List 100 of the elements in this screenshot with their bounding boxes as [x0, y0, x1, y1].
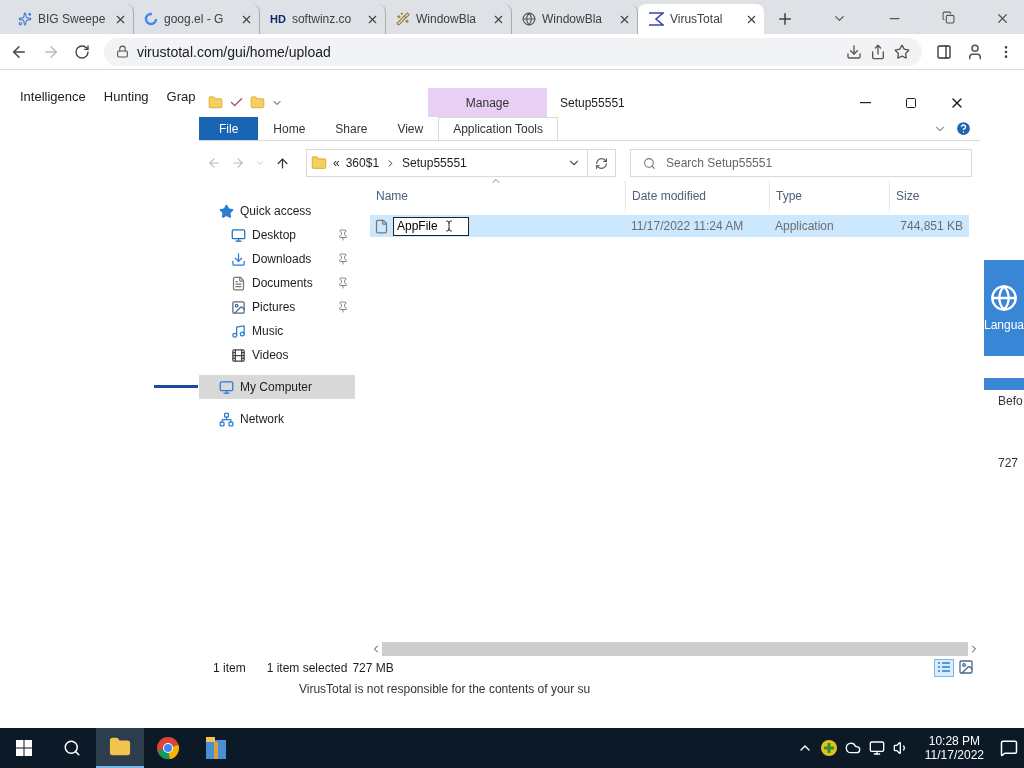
- window-title: Setup55551: [559, 95, 626, 110]
- search-icon: [643, 156, 656, 170]
- plus-circle-icon[interactable]: [820, 740, 837, 756]
- network-icon: [219, 411, 234, 427]
- search-field[interactable]: Search Setup55551: [630, 149, 972, 177]
- site-nav-link[interactable]: Hunting: [103, 89, 149, 104]
- install-icon[interactable]: [846, 43, 862, 60]
- nav-label: Network: [240, 412, 285, 426]
- nav-label: Music: [252, 324, 285, 338]
- browser-tab[interactable]: WindowBla: [386, 4, 512, 34]
- nav-label: Quick access: [240, 204, 313, 218]
- wand-icon: [396, 12, 410, 26]
- manage-label: Manage: [428, 88, 547, 117]
- tab-underline: [154, 385, 198, 388]
- rename-field[interactable]: AppFile: [393, 216, 469, 236]
- language-panel[interactable]: Langua: [984, 260, 1024, 356]
- large-icons-view-icon[interactable]: [958, 659, 974, 675]
- sparkle-icon: [18, 12, 32, 26]
- column-header[interactable]: Type: [769, 181, 889, 211]
- network-icon[interactable]: [868, 740, 885, 756]
- notification-icon[interactable]: [1000, 739, 1018, 757]
- nav-item[interactable]: Network: [199, 407, 355, 431]
- ribbon-tab[interactable]: Application Tools: [438, 117, 559, 140]
- maximize-icon: [905, 96, 917, 109]
- folder-icon: [109, 736, 131, 758]
- chrome-icon: [156, 736, 180, 760]
- nav-label: Pictures: [252, 300, 297, 314]
- nav-item[interactable]: Documents: [199, 271, 355, 295]
- share-icon[interactable]: [870, 43, 886, 60]
- address-bar[interactable]: virustotal.com/gui/home/upload: [104, 37, 922, 66]
- nav-item[interactable]: Quick access: [199, 199, 355, 223]
- folder-icon: [311, 155, 327, 171]
- tab-title: WindowBla: [542, 12, 604, 26]
- desktop-icon: [231, 227, 246, 243]
- clock-date: 11/17/2022: [924, 748, 984, 762]
- nav-label: Documents: [252, 276, 314, 290]
- archive-icon: [205, 736, 227, 760]
- globe-icon: [990, 284, 1018, 312]
- site-nav-link[interactable]: Grap: [166, 89, 196, 104]
- document-icon: [231, 275, 246, 291]
- column-header[interactable]: Name: [370, 181, 625, 211]
- up-icon[interactable]: [275, 155, 290, 171]
- search-placeholder: Search Setup55551: [666, 156, 773, 170]
- column-header[interactable]: Date modified: [625, 181, 769, 211]
- type-cell-text: Application: [774, 219, 835, 233]
- browser-tab[interactable]: goog.el - G: [134, 4, 260, 34]
- tab-title: VirusTotal: [670, 12, 724, 26]
- browser-tab[interactable]: VirusTotal: [638, 4, 764, 34]
- ribbon-tab[interactable]: File: [199, 117, 259, 140]
- nav-item[interactable]: Music: [199, 319, 355, 343]
- nav-item[interactable]: Desktop: [199, 223, 355, 247]
- nav-label: Videos: [252, 348, 290, 362]
- new-tab-icon[interactable]: [776, 10, 794, 28]
- site-nav-link[interactable]: Intelligence: [20, 89, 86, 104]
- value-text: 727: [997, 456, 1020, 470]
- help-icon[interactable]: [955, 120, 972, 137]
- clock[interactable]: 10:28 PM 11/17/2022: [916, 734, 992, 762]
- tab-title: BIG Sweepe: [38, 12, 107, 26]
- nav-label: Downloads: [252, 252, 313, 266]
- date-cell-text: 11/17/2022 11:24 AM: [630, 219, 745, 233]
- computer-icon: [219, 379, 234, 395]
- nav-item[interactable]: My Computer: [199, 375, 355, 399]
- minimize-icon: [859, 101, 871, 104]
- restore-icon[interactable]: [942, 11, 955, 24]
- language-label: Langua: [984, 318, 1024, 332]
- tab-title: WindowBla: [416, 12, 478, 26]
- sigma-logo-icon: [648, 12, 664, 26]
- nav-item[interactable]: Pictures: [199, 295, 355, 319]
- browser-tab[interactable]: HD softwinz.co: [260, 4, 386, 34]
- globe-icon: [522, 12, 536, 26]
- explorer-button[interactable]: [96, 728, 144, 768]
- column-header[interactable]: Size: [889, 181, 969, 211]
- film-icon: [231, 347, 246, 363]
- tab-title: goog.el - G: [164, 12, 225, 26]
- panel-strip: [984, 378, 1024, 390]
- nav-item[interactable]: Downloads: [199, 247, 355, 271]
- search-icon: [63, 739, 81, 757]
- bookmark-icon[interactable]: [894, 43, 910, 60]
- path-overflow[interactable]: «: [333, 156, 340, 170]
- nav-label: My Computer: [240, 380, 314, 394]
- refresh-icon: [595, 156, 608, 170]
- refresh-button[interactable]: [588, 149, 616, 177]
- size-cell-text: 744,851 KB: [899, 219, 964, 233]
- picture-icon: [231, 299, 246, 315]
- nav-item[interactable]: Videos: [199, 343, 355, 367]
- profile-icon[interactable]: [966, 42, 984, 61]
- disclaimer-text: VirusTotal is not responsible for the contents of your su: [298, 682, 592, 696]
- section-heading: Befo: [997, 394, 1024, 408]
- browser-tab[interactable]: BIG Sweepe: [8, 4, 134, 34]
- path-segment[interactable]: Setup55551: [402, 156, 467, 170]
- side-panel-icon[interactable]: [936, 43, 952, 60]
- path-segment[interactable]: 360$1: [345, 156, 380, 170]
- file-row[interactable]: AppFile 11/17/2022 11:24 AM Application 744,851 KB: [370, 215, 969, 237]
- reload-icon[interactable]: [74, 43, 90, 60]
- close-icon[interactable]: [995, 11, 1010, 26]
- clock-time: 10:28 PM: [928, 734, 981, 748]
- file-icon: [374, 218, 389, 234]
- lock-icon: [116, 45, 129, 58]
- cloud-icon[interactable]: [844, 740, 861, 756]
- path-field[interactable]: « 360$1 Setup55551: [306, 149, 588, 177]
